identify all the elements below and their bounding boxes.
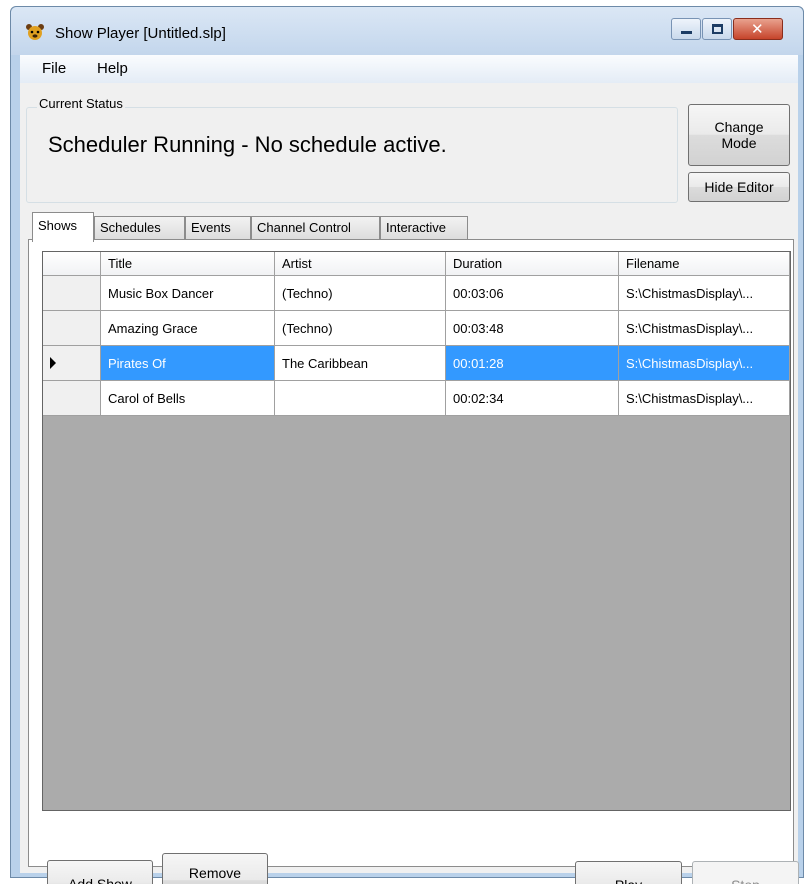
add-show-button[interactable]: Add Show <box>47 860 153 884</box>
tab-interactive[interactable]: Interactive <box>380 216 468 240</box>
current-status-label: Current Status <box>37 96 125 111</box>
row-header-corner[interactable] <box>43 252 101 276</box>
current-row-arrow-icon <box>50 357 56 369</box>
title-bar[interactable]: Show Player [Untitled.slp] ✕ <box>11 7 803 55</box>
cell-filename[interactable]: S:\ChistmasDisplay\... <box>619 346 790 381</box>
cell-filename[interactable]: S:\ChistmasDisplay\... <box>619 311 790 346</box>
row-header[interactable] <box>43 346 101 381</box>
row-header[interactable] <box>43 276 101 311</box>
cell-filename[interactable]: S:\ChistmasDisplay\... <box>619 276 790 311</box>
stop-button[interactable]: Stop <box>692 861 799 884</box>
maximize-button[interactable] <box>702 18 732 40</box>
tab-events[interactable]: Events <box>185 216 251 240</box>
table-row[interactable]: Music Box Dancer (Techno) 00:03:06 S:\Ch… <box>43 276 790 311</box>
cell-artist[interactable]: (Techno) <box>275 311 446 346</box>
tab-schedules[interactable]: Schedules <box>94 216 185 240</box>
cell-title[interactable]: Pirates Of <box>101 346 275 381</box>
show-player-window: Show Player [Untitled.slp] ✕ File Help C… <box>10 6 804 884</box>
close-button[interactable]: ✕ <box>733 18 783 40</box>
cell-filename[interactable]: S:\ChistmasDisplay\... <box>619 381 790 416</box>
cell-artist[interactable]: (Techno) <box>275 276 446 311</box>
play-button[interactable]: Play <box>575 861 682 884</box>
cell-title[interactable]: Amazing Grace <box>101 311 275 346</box>
cell-duration[interactable]: 00:01:28 <box>446 346 619 381</box>
row-header[interactable] <box>43 311 101 346</box>
window-title: Show Player [Untitled.slp] <box>55 25 226 42</box>
cell-artist[interactable] <box>275 381 446 416</box>
menu-file[interactable]: File <box>42 60 66 77</box>
cell-title[interactable]: Carol of Bells <box>101 381 275 416</box>
grid-header: Title Artist Duration Filename <box>43 252 790 276</box>
menu-bar: File Help <box>20 55 798 83</box>
cell-title[interactable]: Music Box Dancer <box>101 276 275 311</box>
tab-channel-control[interactable]: Channel Control <box>251 216 380 240</box>
remove-show-button[interactable]: Remove Show <box>162 853 268 884</box>
status-text: Scheduler Running - No schedule active. <box>48 132 447 157</box>
table-row[interactable]: Amazing Grace (Techno) 00:03:48 S:\Chist… <box>43 311 790 346</box>
table-row-selected[interactable]: Pirates Of The Caribbean 00:01:28 S:\Chi… <box>43 346 790 381</box>
cell-artist[interactable]: The Caribbean <box>275 346 446 381</box>
change-mode-button[interactable]: Change Mode <box>688 104 790 166</box>
minimize-icon <box>681 31 692 34</box>
tab-shows[interactable]: Shows <box>32 212 94 242</box>
cell-duration[interactable]: 00:03:06 <box>446 276 619 311</box>
shows-grid[interactable]: Title Artist Duration Filename Music Box… <box>42 251 791 811</box>
client-area: File Help Current Status Scheduler Runni… <box>20 55 799 884</box>
cell-duration[interactable]: 00:03:48 <box>446 311 619 346</box>
shows-tab-page: Title Artist Duration Filename Music Box… <box>28 239 794 867</box>
column-header-artist[interactable]: Artist <box>275 252 446 276</box>
row-header[interactable] <box>43 381 101 416</box>
tab-strip: Shows Schedules Events Channel Control I… <box>32 212 792 242</box>
column-header-duration[interactable]: Duration <box>446 252 619 276</box>
column-header-filename[interactable]: Filename <box>619 252 790 276</box>
table-row[interactable]: Carol of Bells 00:02:34 S:\ChistmasDispl… <box>43 381 790 416</box>
hide-editor-button[interactable]: Hide Editor <box>688 172 790 202</box>
cell-duration[interactable]: 00:02:34 <box>446 381 619 416</box>
column-header-title[interactable]: Title <box>101 252 275 276</box>
menu-help[interactable]: Help <box>97 60 128 77</box>
close-icon: ✕ <box>751 20 764 38</box>
app-bear-icon <box>26 24 44 40</box>
maximize-icon <box>712 24 723 34</box>
minimize-button[interactable] <box>671 18 701 40</box>
